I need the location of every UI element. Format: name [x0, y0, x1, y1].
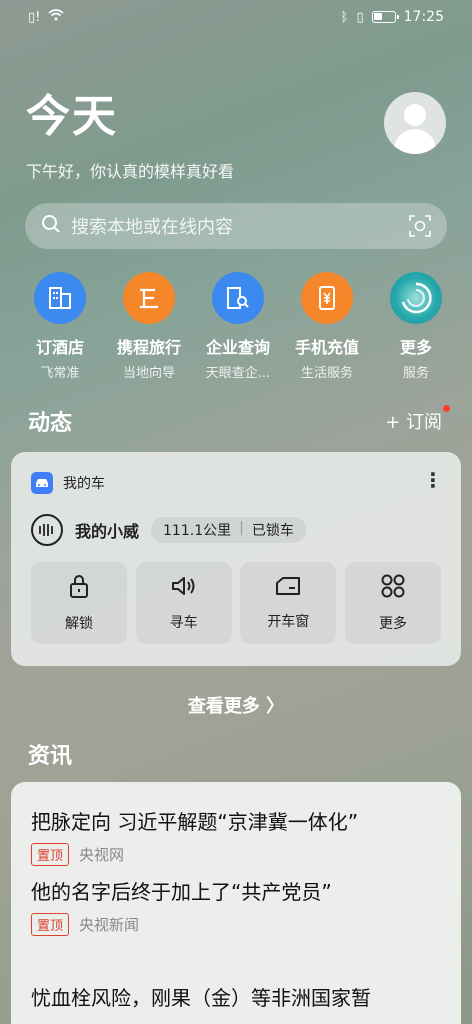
search-input[interactable]: 搜索本地或在线内容: [71, 213, 409, 239]
wifi-icon: [48, 9, 64, 25]
status-bar: ▯! ᛒ ▯ 17:25: [0, 0, 472, 34]
car-icon: [31, 472, 53, 494]
service-more[interactable]: 更多 服务: [374, 272, 458, 381]
news-headline: 把脉定向 习近平解题“京津冀一体化”: [31, 810, 359, 834]
find-car-button[interactable]: 寻车: [135, 562, 232, 644]
grid-icon: [380, 573, 406, 603]
battery-icon: [371, 11, 399, 23]
news-source: 央视新闻: [79, 916, 140, 934]
subscribe-button[interactable]: + 订阅: [385, 408, 442, 434]
service-sub: 飞常准: [40, 366, 80, 381]
section-title-dynamics: 动态: [28, 411, 73, 436]
car-action-label: 寻车: [169, 615, 198, 631]
service-label: 携程旅行: [116, 338, 181, 357]
open-window-button[interactable]: 开车窗: [240, 562, 337, 644]
sim-alert-icon: ▯!: [28, 9, 41, 25]
car-actions: 解锁 寻车 开车窗 更多: [31, 562, 441, 644]
search-icon: [41, 214, 61, 238]
page-title: 今天: [26, 91, 118, 142]
more-actions-button[interactable]: 更多: [344, 562, 441, 644]
service-travel[interactable]: 携程旅行 当地向导: [107, 272, 191, 381]
service-sub: 天眼查企...: [205, 366, 271, 381]
bluetooth-icon: ᛒ: [340, 9, 349, 25]
hotel-icon: [34, 272, 86, 324]
service-sub: 生活服务: [300, 366, 353, 381]
status-time: 17:25: [403, 9, 444, 25]
service-label: 手机充值: [294, 338, 359, 357]
news-item[interactable]: 他的名字后终于加上了“共产党员” 置顶 央视新闻: [31, 876, 445, 936]
window-icon: [274, 575, 302, 601]
more-options-icon[interactable]: ⋮: [423, 468, 443, 492]
service-company-search[interactable]: 企业查询 天眼查企...: [196, 272, 280, 381]
car-action-label: 开车窗: [267, 614, 310, 630]
service-label: 订酒店: [35, 338, 84, 357]
scan-icon[interactable]: [409, 215, 431, 237]
avatar[interactable]: [384, 92, 446, 154]
travel-icon: [123, 272, 175, 324]
service-label: 企业查询: [205, 338, 270, 357]
service-phone-recharge[interactable]: 手机充值 生活服务: [285, 272, 369, 381]
news-item[interactable]: 忧血栓风险，刚果（金）等非洲国家暂: [31, 982, 445, 1011]
news-headline: 忧血栓风险，刚果（金）等非洲国家暂: [31, 986, 371, 1010]
news-item[interactable]: 把脉定向 习近平解题“京津冀一体化” 置顶 央视网: [31, 806, 445, 866]
service-sub: 当地向导: [122, 366, 175, 381]
section-title-news: 资讯: [28, 744, 73, 769]
car-card-header: 我的车: [31, 472, 105, 494]
more-services-icon: [390, 272, 442, 324]
car-status-badge: 111.1公里 | 已锁车: [151, 517, 306, 543]
service-label: 更多: [399, 338, 432, 357]
lock-icon: [67, 573, 91, 603]
search-bar[interactable]: 搜索本地或在线内容: [25, 203, 447, 249]
header: 今天 下午好，你认真的模样真好看: [26, 80, 234, 182]
car-app-name: 我的车: [63, 476, 105, 492]
car-brand-logo: [31, 514, 63, 546]
pinned-badge: 置顶: [31, 913, 70, 936]
car-mileage: 111.1公里: [163, 523, 232, 539]
car-action-label: 更多: [378, 616, 407, 632]
greeting-text: 下午好，你认真的模样真好看: [26, 162, 235, 181]
pinned-badge: 置顶: [31, 843, 70, 866]
unlock-button[interactable]: 解锁: [31, 562, 127, 644]
car-lock-status: 已锁车: [251, 523, 294, 539]
car-card[interactable]: 我的车 ⋮ 我的小威 111.1公里 | 已锁车 解锁 寻车 开车窗 更多: [11, 452, 461, 666]
company-search-icon: [212, 272, 264, 324]
service-sub: 服务: [402, 366, 429, 381]
notification-dot: [443, 405, 450, 412]
news-card: 把脉定向 习近平解题“京津冀一体化” 置顶 央视网 他的名字后终于加上了“共产党…: [11, 782, 461, 1024]
news-source: 央视网: [79, 846, 125, 864]
service-hotel[interactable]: 订酒店 飞常准: [18, 272, 102, 381]
horn-icon: [170, 574, 198, 602]
car-info-row: 我的小威 111.1公里 | 已锁车: [31, 514, 306, 546]
car-action-label: 解锁: [65, 616, 93, 632]
car-name: 我的小威: [75, 522, 140, 541]
vibrate-icon: ▯: [356, 9, 364, 25]
see-more-link[interactable]: 查看更多 〉: [0, 692, 472, 718]
phone-recharge-icon: [301, 272, 353, 324]
service-shortcuts: 订酒店 飞常准 携程旅行 当地向导 企业查询 天眼查企... 手机充值 生活服务…: [18, 272, 458, 381]
news-headline: 他的名字后终于加上了“共产党员”: [31, 880, 332, 904]
